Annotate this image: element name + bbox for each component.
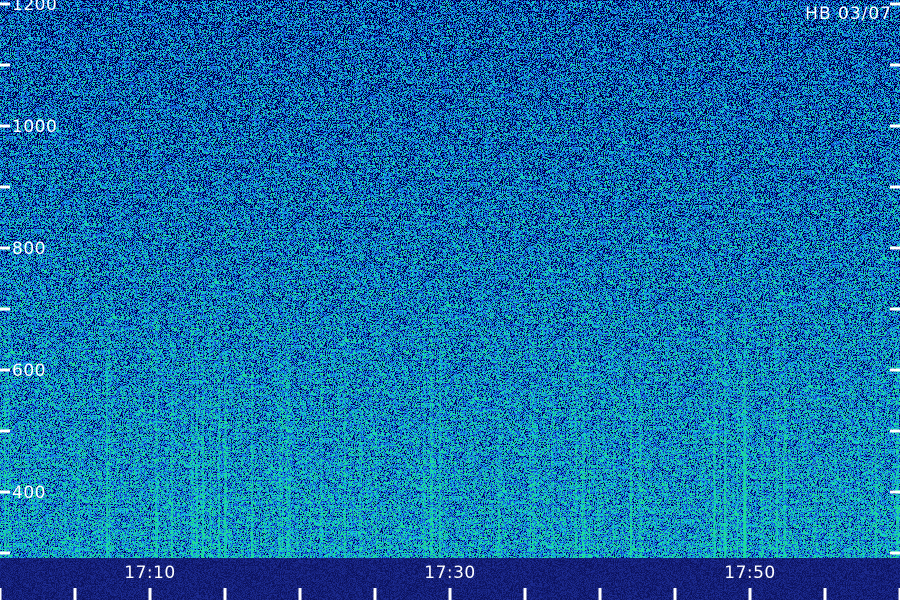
- x-ticks: [0, 588, 900, 600]
- y-ticks-right: [890, 2, 900, 555]
- spectrogram-chart: 1200 1000 800 600 400 17:10 17:30 17:50 HB 03/…: [0, 0, 900, 600]
- x-labels: 17:10 17:30 17:50: [124, 563, 776, 583]
- x-tick-label: 17:50: [724, 563, 776, 583]
- axis-overlay: 1200 1000 800 600 400 17:10 17:30 17:50: [0, 0, 900, 600]
- y-ticks-left: [0, 2, 10, 555]
- y-tick-label: 400: [12, 483, 46, 503]
- y-tick-label: 1000: [12, 117, 57, 137]
- y-tick-label: 1200: [12, 0, 57, 15]
- y-tick-label: 800: [12, 239, 46, 259]
- y-tick-label: 600: [12, 361, 46, 381]
- y-labels: 1200 1000 800 600 400: [12, 0, 57, 503]
- x-tick-label: 17:10: [124, 563, 176, 583]
- x-tick-label: 17:30: [424, 563, 476, 583]
- chart-title: HB 03/07: [805, 4, 892, 24]
